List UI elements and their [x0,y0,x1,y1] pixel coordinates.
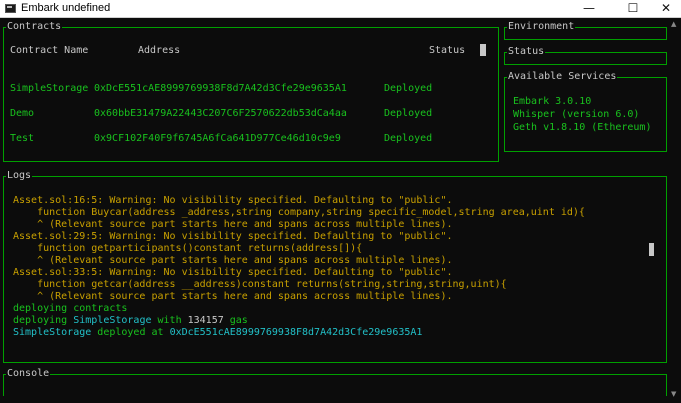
status-panel: Status [504,46,667,65]
close-icon: ✕ [660,1,672,15]
log-line: ^ (Relevant source part starts here and … [13,291,453,302]
services-panel: Available Services Embark 3.0.10 Whisper… [504,71,667,152]
contract-name: Demo [10,108,35,119]
contracts-header-address: Address [138,45,181,56]
service-item: Embark 3.0.10 [513,96,592,107]
window-title: Embark undefined [21,2,111,14]
log-text: gas [223,315,248,326]
log-line: function Buycar(address _address,string … [13,207,585,218]
log-line-deploying: deploying SimpleStorage with 134157 gas [13,315,248,327]
contracts-header-name: Contract Name [10,45,89,56]
scroll-down-icon[interactable]: ▼ [671,390,676,398]
log-gas-amount: 134157 [187,315,224,326]
contract-name: Test [10,133,35,144]
contract-status: Deployed [384,83,433,94]
terminal-icon [5,4,16,13]
log-line: Asset.sol:33:5: Warning: No visibility s… [13,267,453,278]
log-line: Asset.sol:29:5: Warning: No visibility s… [13,231,453,242]
contract-name: SimpleStorage [10,83,89,94]
contract-status: Deployed [384,133,433,144]
maximize-icon: ☐ [627,1,639,15]
log-text: with [151,315,188,326]
status-panel-title: Status [507,46,546,58]
scroll-up-icon[interactable]: ▲ [671,20,676,28]
log-line: ^ (Relevant source part starts here and … [13,255,453,266]
contract-address: 0xDcE551cAE8999769938F8d7A42d3Cfe29e9635… [94,83,347,94]
log-line: deploying contracts [13,303,128,314]
log-line: ^ (Relevant source part starts here and … [13,219,453,230]
logs-panel: Logs Asset.sol:16:5: Warning: No visibil… [3,170,667,363]
console-panel[interactable]: Console [3,368,667,396]
contract-address: 0x9CF102F40F9f6745A6fCa641D977Ce46d10c9e… [94,133,341,144]
contract-status: Deployed [384,108,433,119]
log-contract-name: SimpleStorage [73,315,152,326]
log-line: function getparticipants()constant retur… [13,243,363,254]
log-text: deployed at [91,327,170,338]
log-line: Asset.sol:16:5: Warning: No visibility s… [13,195,453,206]
log-contract-name: SimpleStorage [13,327,92,338]
contract-address: 0x60bbE31479A22443C207C6F2570622db53dCa4… [94,108,347,119]
minimize-button[interactable]: — [574,0,604,17]
minimize-icon: — [583,1,595,15]
logs-panel-title: Logs [6,170,33,182]
service-item: Geth v1.8.10 (Ethereum) [513,122,652,133]
log-address: 0xDcE551cAE8999769938F8d7A42d3Cfe29e9635… [169,327,423,338]
contracts-scrollbar[interactable] [480,44,486,56]
environment-panel-title: Environment [507,21,576,33]
console-panel-title: Console [6,368,51,380]
contracts-header-status: Status [429,45,466,56]
log-line: function getcar(address __address)consta… [13,279,507,290]
contracts-panel: Contracts Contract Name Address Status S… [3,21,499,162]
close-button[interactable]: ✕ [651,0,681,17]
log-line-deployed: SimpleStorage deployed at 0xDcE551cAE899… [13,327,422,339]
services-panel-title: Available Services [507,71,618,83]
logs-scrollbar[interactable] [649,243,654,256]
contracts-panel-title: Contracts [6,21,63,33]
environment-panel: Environment [504,21,667,40]
log-text: deploying [13,315,74,326]
service-item: Whisper (version 6.0) [513,109,640,120]
window-titlebar: Embark undefined — ☐ ✕ [0,0,681,18]
maximize-button[interactable]: ☐ [618,0,648,17]
